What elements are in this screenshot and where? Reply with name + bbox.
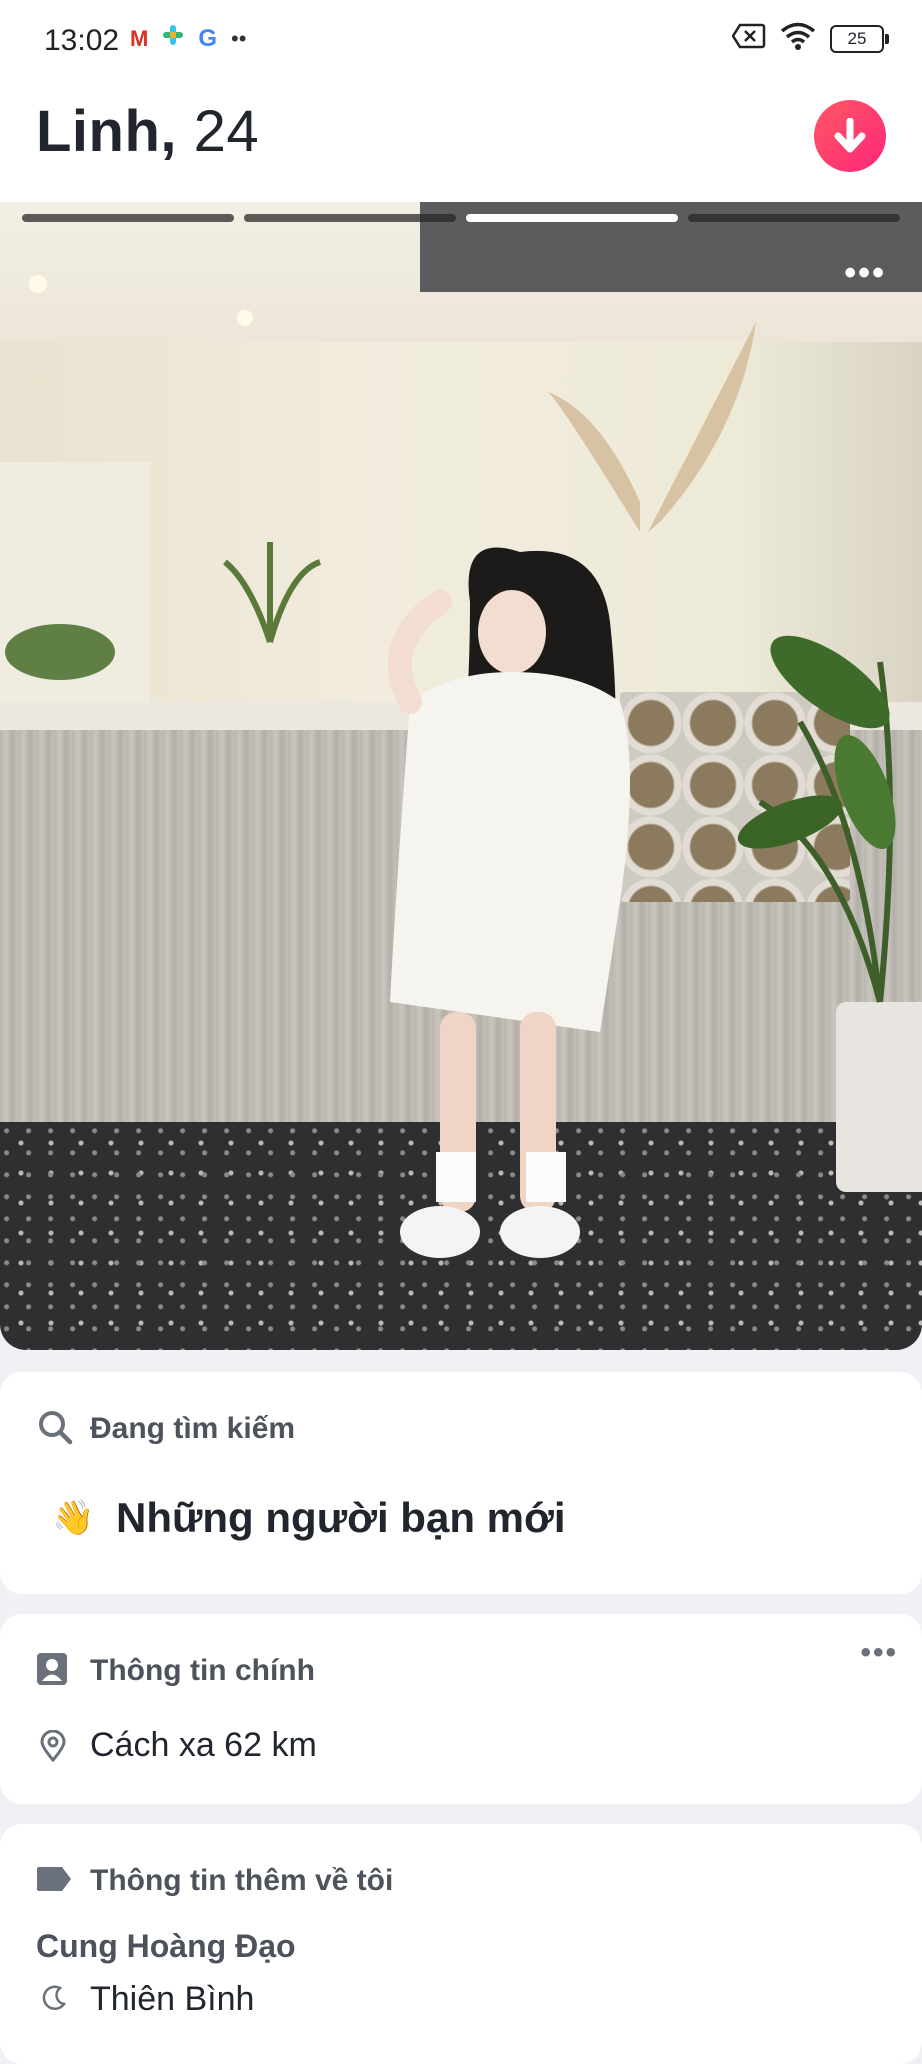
google-icon: G [198, 24, 217, 52]
more-notifications-icon: •• [231, 25, 247, 51]
system-icons: 25 [731, 22, 889, 55]
collapse-profile-button[interactable] [814, 100, 886, 172]
battery-icon: 25 [830, 24, 889, 53]
profile-name-age: Linh, 24 [36, 98, 259, 165]
wifi-icon [780, 22, 816, 55]
search-icon [36, 1408, 74, 1451]
photo-progress-segment [22, 214, 234, 222]
arrow-down-icon [834, 118, 866, 153]
location-pin-icon [40, 1729, 66, 1767]
status-bar: 13:02 M G •• 25 [0, 0, 922, 82]
zodiac-label: Cung Hoàng Đạo [36, 1928, 296, 1964]
profile-header: Linh, 24 [0, 82, 922, 202]
photo-progress-segment [688, 214, 900, 222]
zodiac-value: Thiên Bình [90, 1980, 255, 2018]
profile-photo[interactable]: ••• [0, 202, 922, 1350]
photo-progress-segment-active [466, 214, 678, 222]
profile-card-icon [36, 1652, 68, 1691]
profile-age: 24 [193, 99, 260, 164]
profile-name: Linh, [36, 99, 178, 164]
more-about-title: Thông tin thêm về tôi [90, 1864, 394, 1897]
more-about-card: Thông tin thêm về tôi Cung Hoàng Đạo Thi… [0, 1824, 922, 2064]
tag-icon [36, 1866, 72, 1897]
photo-progress-segment [244, 214, 456, 222]
looking-for-value: Những người bạn mới [116, 1494, 566, 1541]
basics-more-icon[interactable]: ••• [860, 1636, 898, 1670]
notification-icons: M G •• [130, 24, 246, 53]
looking-for-title: Đang tìm kiếm [90, 1412, 296, 1445]
distance-text: Cách xa 62 km [90, 1726, 317, 1764]
photo-more-options-icon[interactable]: ••• [844, 254, 886, 293]
status-time: 13:02 [44, 24, 120, 57]
photo-progress-bar [22, 214, 900, 222]
waving-hand-icon: 👋 [52, 1499, 95, 1537]
photo-scene-figure [5, 275, 896, 1258]
basics-title: Thông tin chính [90, 1654, 315, 1687]
gmail-icon: M [130, 25, 149, 51]
looking-for-card: Đang tìm kiếm 👋 Những người bạn mới [0, 1372, 922, 1594]
moon-icon [40, 1984, 68, 2017]
basics-card: Thông tin chính ••• Cách xa 62 km [0, 1614, 922, 1804]
data-off-icon [731, 23, 766, 54]
slack-icon [162, 24, 184, 53]
